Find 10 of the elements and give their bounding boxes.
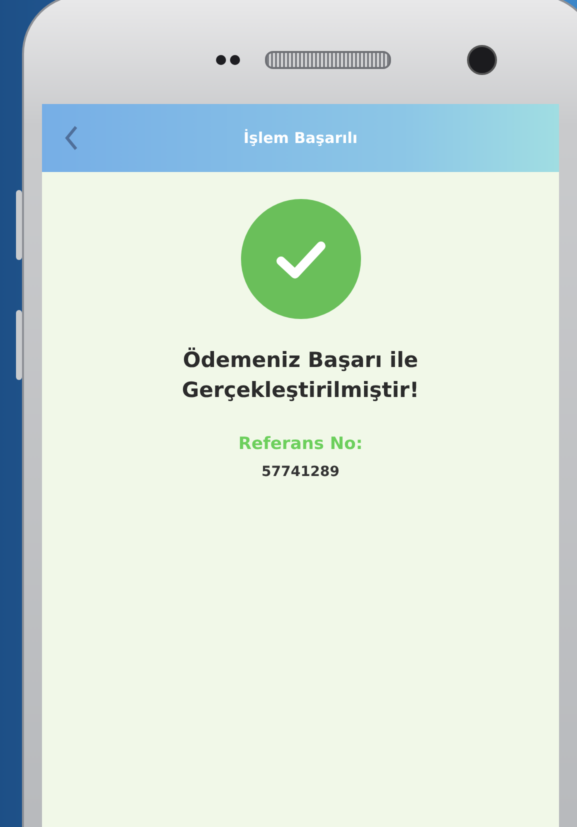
reference-number: 57741289	[262, 464, 340, 480]
side-key	[16, 190, 22, 260]
camera-lens	[467, 45, 497, 75]
back-icon[interactable]	[64, 125, 78, 151]
success-message: Ödemeniz Başarı ile Gerçekleştirilmiştir!	[180, 346, 420, 404]
reference-label: Referans No:	[238, 434, 363, 454]
success-check-icon	[240, 199, 360, 319]
sensor-dots-icon	[215, 54, 243, 66]
side-key	[16, 310, 22, 380]
screen-title: İşlem Başarılı	[242, 129, 359, 147]
